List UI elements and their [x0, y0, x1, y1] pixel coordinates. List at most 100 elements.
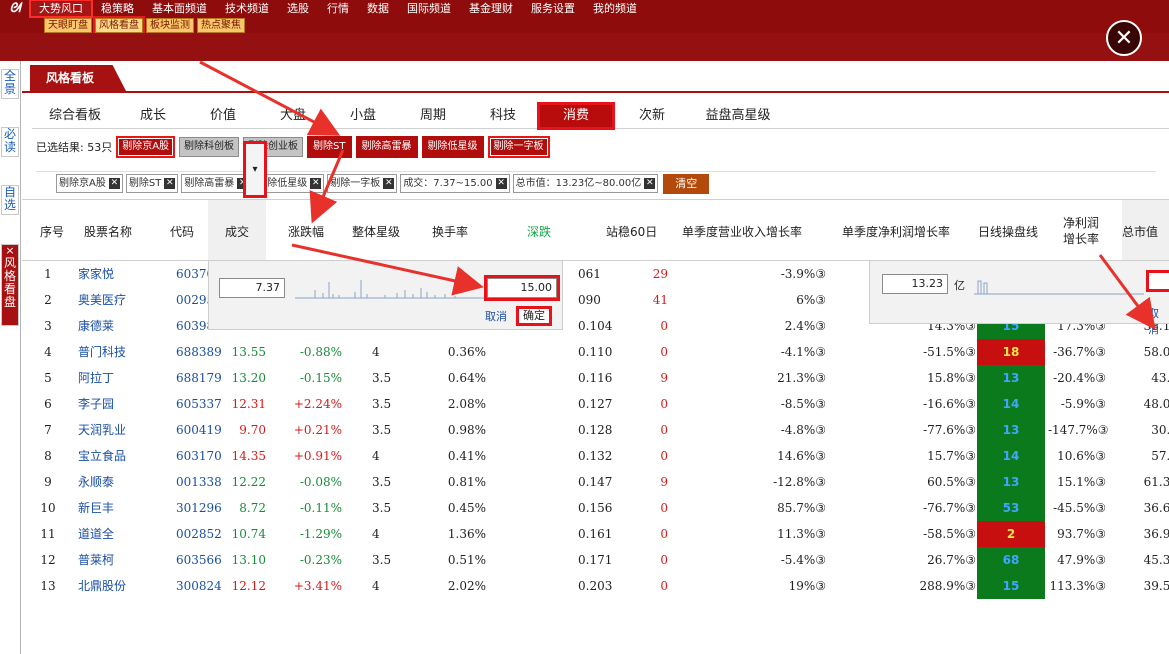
table-row[interactable]: 7 天润乳业 600419 9.70 +0.21% 3.5 0.98% 0.128 0 -4.8%…: [22, 417, 1169, 443]
chip-close-icon[interactable]: ✕: [164, 178, 176, 189]
column-header[interactable]: 站稳60日: [606, 200, 662, 262]
chip-close-icon[interactable]: ✕: [310, 178, 322, 189]
stock-name-link[interactable]: 阿拉丁: [78, 365, 114, 391]
volume-min-input[interactable]: 7.37: [219, 278, 285, 298]
table-row[interactable]: 8 宝立食品 603170 14.35 +0.91% 4 0.41% 0.132 0 14.6%③…: [22, 443, 1169, 469]
clear-filters-button[interactable]: 清空: [663, 173, 710, 194]
volume-confirm-button[interactable]: 确定: [516, 306, 552, 326]
table-row[interactable]: 11 道道全 002852 10.74 -1.29% 4 1.36% 0.161 0 11.3%③…: [22, 521, 1169, 547]
change-cell: -0.11%: [299, 501, 342, 515]
stock-name-link[interactable]: 北鼎股份: [78, 573, 126, 599]
style-tab[interactable]: 大盘: [258, 103, 328, 129]
nav-item[interactable]: 技术频道: [216, 0, 278, 17]
subnav-item[interactable]: 天眼盯盘: [44, 18, 92, 33]
column-header[interactable]: 单季度净利润增长率: [842, 200, 972, 262]
stock-name-link[interactable]: 新巨丰: [78, 495, 114, 521]
subnav-item[interactable]: 板块监测: [146, 18, 194, 33]
style-tab[interactable]: 益盘高星级: [690, 103, 786, 129]
column-header[interactable]: 换手率: [432, 200, 482, 262]
column-header[interactable]: 股票名称: [84, 200, 154, 262]
volume-max-input[interactable]: 15.00: [484, 275, 560, 301]
subnav-item[interactable]: 热点聚焦: [197, 18, 245, 33]
subnav-item[interactable]: 风格看盘: [93, 16, 145, 35]
exclude-filter-button[interactable]: 剔除低星级: [421, 136, 484, 158]
side-tab-overview[interactable]: 全景: [1, 69, 19, 99]
exclude-filter-button[interactable]: 剔除京A股: [116, 136, 176, 158]
column-header[interactable]: 深跌: [527, 200, 557, 262]
table-row[interactable]: 12 普莱柯 603566 13.10 -0.23% 3.5 0.51% 0.171 0 -5.4…: [22, 547, 1169, 573]
volume-cancel-link[interactable]: 取消: [485, 308, 507, 324]
nav-item[interactable]: 行情: [318, 0, 358, 17]
nav-item[interactable]: 数据: [358, 0, 398, 17]
chip-close-icon[interactable]: ✕: [495, 178, 507, 189]
stable-60d-cell: 0: [660, 423, 668, 437]
chip-close-icon[interactable]: ✕: [383, 178, 395, 189]
table-row[interactable]: 6 李子园 605337 12.31 +2.24% 3.5 2.08% 0.127 0 -8.5%…: [22, 391, 1169, 417]
side-tab-watchlist[interactable]: 自选: [1, 185, 19, 215]
volume-distribution-spark: [295, 280, 485, 299]
star-rating-cell: 3.5: [372, 501, 392, 515]
close-icon[interactable]: ✕: [1106, 20, 1142, 56]
style-tab[interactable]: 周期: [398, 103, 468, 129]
nav-item[interactable]: 国际频道: [398, 0, 460, 17]
style-tab[interactable]: 次新: [614, 103, 690, 129]
side-tab-must-read[interactable]: 必读: [1, 127, 19, 157]
stock-name-link[interactable]: 天润乳业: [78, 417, 126, 443]
filter-chip: 成交：7.37~15.00 ✕: [400, 174, 510, 193]
table-row[interactable]: 13 北鼎股份 300824 12.12 +3.41% 4 2.02% 0.203 0 19%③ 2…: [22, 573, 1169, 599]
stock-name-link[interactable]: 普莱柯: [78, 547, 114, 573]
stable-60d-cell: 0: [660, 527, 668, 541]
style-tab[interactable]: 消费: [537, 102, 615, 130]
column-header[interactable]: 单季度营业收入增长率: [682, 200, 822, 262]
nav-item[interactable]: 我的频道: [584, 0, 646, 17]
price-cell: 13.55: [231, 345, 266, 359]
market-cap-cancel-link[interactable]: 取消: [1148, 305, 1169, 337]
stock-name-link[interactable]: 康德莱: [78, 313, 114, 339]
table-row[interactable]: 10 新巨丰 301296 8.72 -0.11% 3.5 0.45% 0.156 0 85.7%…: [22, 495, 1169, 521]
table-row[interactable]: 4 普门科技 688389 13.55 -0.88% 4 0.36% 0.110 0 -4.1%③…: [22, 339, 1169, 365]
exclude-filter-button[interactable]: 剔除高雷暴: [355, 136, 418, 158]
chip-close-icon[interactable]: ✕: [108, 178, 120, 189]
column-header[interactable]: 整体星级: [352, 200, 412, 262]
stock-name-link[interactable]: 宝立食品: [78, 443, 126, 469]
market-cap-cell: 58.06: [1143, 345, 1169, 359]
change-cell: +2.24%: [293, 397, 342, 411]
nav-item[interactable]: 稳策略: [92, 0, 143, 17]
stock-name-link[interactable]: 永顺泰: [78, 469, 114, 495]
net-profit-growth-cell: 113.3%③: [1049, 579, 1106, 593]
column-header[interactable]: 涨跌幅: [288, 200, 344, 262]
column-header[interactable]: 成交: [208, 200, 266, 262]
stock-name-link[interactable]: 家家悦: [78, 261, 114, 287]
style-tab[interactable]: 小盘: [328, 103, 398, 129]
column-filter-dropdown-button[interactable]: ▾: [243, 141, 267, 198]
stock-name-link[interactable]: 李子园: [78, 391, 114, 417]
panel-divider: [22, 91, 1169, 93]
style-tab[interactable]: 价值: [188, 103, 258, 129]
column-header[interactable]: 日线操盘线: [978, 200, 1044, 262]
nav-item[interactable]: 服务设置: [522, 0, 584, 17]
stock-name-link[interactable]: 普门科技: [78, 339, 126, 365]
nav-item[interactable]: 基金理财: [460, 0, 522, 17]
nav-item[interactable]: 选股: [278, 0, 318, 17]
column-header[interactable]: 总市值: [1122, 200, 1169, 262]
column-header[interactable]: 代码: [170, 200, 206, 262]
side-tab-style-board[interactable]: × 风格看盘: [1, 244, 19, 326]
exclude-filter-button[interactable]: 剔除ST: [307, 136, 352, 158]
exclude-filter-button[interactable]: 剔除一字板: [487, 136, 550, 158]
stock-name-link[interactable]: 奥美医疗: [78, 287, 126, 313]
table-row[interactable]: 9 永顺泰 001338 12.22 -0.08% 3.5 0.81% 0.147 9 -12.8…: [22, 469, 1169, 495]
column-header[interactable]: 净利润 增长率: [1058, 200, 1104, 262]
stock-name-link[interactable]: 道道全: [78, 521, 114, 547]
style-tab[interactable]: 科技: [468, 103, 538, 129]
chip-close-icon[interactable]: ✕: [644, 178, 656, 189]
nav-item[interactable]: 基本面频道: [143, 0, 216, 17]
panel-title-tab[interactable]: 风格看板: [30, 65, 126, 91]
table-row[interactable]: 5 阿拉丁 688179 13.20 -0.15% 3.5 0.64% 0.116 9 21.3%…: [22, 365, 1169, 391]
nav-item[interactable]: 大势风口: [29, 0, 93, 18]
style-tab[interactable]: 综合看板: [32, 103, 118, 129]
market-cap-min-input[interactable]: 13.23: [882, 274, 948, 294]
column-header[interactable]: 序号: [40, 200, 70, 262]
style-tab[interactable]: 成长: [118, 103, 188, 129]
exclude-filter-button[interactable]: 剔除科创板: [179, 137, 240, 157]
market-cap-max-input[interactable]: [1146, 270, 1169, 292]
